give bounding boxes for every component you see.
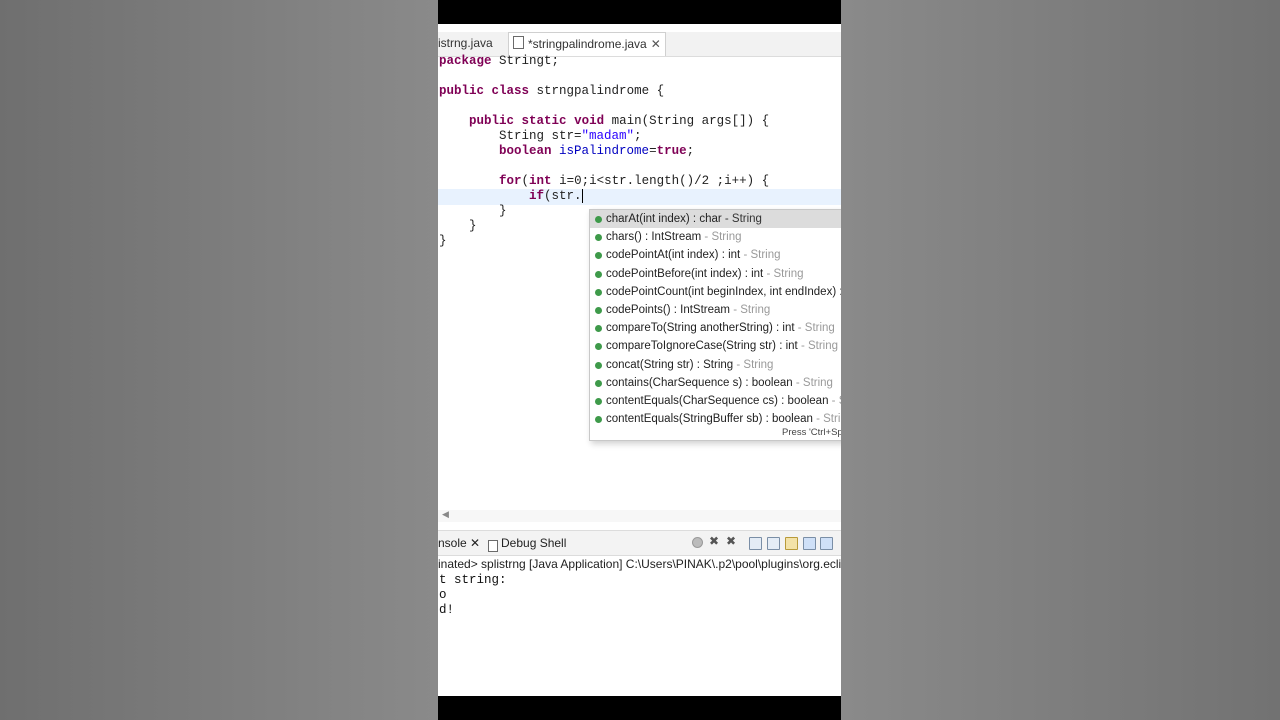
content-assist-popup: charAt(int index) : char - String chars(…	[589, 209, 841, 441]
blurred-background-right	[841, 0, 1280, 720]
remove-launch-icon[interactable]: ✖	[709, 534, 720, 548]
tab-console[interactable]: nsole ✕	[438, 536, 480, 550]
public-method-icon	[595, 343, 602, 351]
completion-item[interactable]: charAt(int index) : char - String	[590, 210, 841, 229]
editor-horizontal-scrollbar[interactable]: ◀	[438, 509, 841, 522]
blurred-background-left	[0, 0, 438, 720]
code-line-if: if(str.	[529, 189, 583, 203]
completion-item[interactable]: compareTo(String anotherString) : int - …	[590, 319, 841, 337]
completion-item[interactable]: concat(String str) : String - String	[590, 356, 841, 374]
console-output-line: o	[439, 588, 447, 602]
eclipse-window: istrng.java *stringpalindrome.java ✕ pack…	[438, 24, 841, 696]
public-method-icon	[595, 416, 602, 424]
public-method-icon	[595, 252, 602, 260]
completion-item[interactable]: contentEquals(CharSequence cs) : boolean…	[590, 392, 841, 410]
word-wrap-icon[interactable]	[785, 537, 798, 550]
pin-console-icon[interactable]	[820, 537, 833, 550]
completion-item[interactable]: codePointBefore(int index) : int - Strin…	[590, 265, 841, 283]
code-line-boolean: boolean isPalindrome=true;	[499, 144, 695, 158]
content-assist-hint: Press 'Ctrl+Spa	[782, 427, 841, 438]
tab-stringpalindrome[interactable]: *stringpalindrome.java ✕	[508, 32, 666, 56]
completion-item[interactable]: chars() : IntStream - String	[590, 228, 841, 246]
completion-item[interactable]: compareToIgnoreCase(String str) : int - …	[590, 337, 841, 355]
completion-item[interactable]: codePointCount(int beginIndex, int endIn…	[590, 283, 841, 301]
scroll-left-icon[interactable]: ◀	[442, 509, 449, 520]
tab-debug-shell[interactable]: Debug Shell	[488, 536, 566, 552]
public-method-icon	[595, 379, 602, 387]
code-line-for: for(int i=0;i<str.length()/2 ;i++) {	[499, 174, 770, 188]
java-file-icon	[513, 36, 524, 49]
terminate-icon[interactable]	[692, 537, 703, 548]
code-line-close-main: }	[469, 219, 477, 233]
debug-shell-icon	[488, 540, 498, 552]
public-method-icon	[595, 234, 602, 242]
public-method-icon	[595, 288, 602, 296]
tab-label: istrng.java	[438, 36, 493, 50]
completion-item[interactable]: codePointAt(int index) : int - String	[590, 246, 841, 264]
console-tab-bar: nsole ✕ Debug Shell ✖ ✖	[438, 531, 841, 556]
console-output-line: d!	[439, 603, 455, 617]
scroll-lock-icon[interactable]	[767, 537, 780, 550]
public-method-icon	[595, 361, 602, 369]
public-method-icon	[595, 397, 602, 405]
tab-splistrng[interactable]: istrng.java	[438, 36, 493, 50]
console-description: inated> splistrng [Java Application] C:\…	[438, 557, 841, 571]
close-icon[interactable]: ✕	[470, 536, 480, 550]
completion-item[interactable]: contentEquals(StringBuffer sb) : boolean…	[590, 410, 841, 428]
completion-item[interactable]: contains(CharSequence s) : boolean - Str…	[590, 374, 841, 392]
code-line-close-class: }	[439, 234, 447, 248]
public-method-icon	[595, 216, 602, 223]
close-icon[interactable]: ✕	[651, 37, 661, 51]
clear-console-icon[interactable]	[749, 537, 762, 550]
show-console-icon[interactable]	[803, 537, 816, 550]
remove-all-icon[interactable]: ✖	[726, 534, 737, 548]
console-output-line: t string:	[439, 573, 507, 587]
tab-label: *stringpalindrome.java	[528, 37, 647, 51]
code-line-package: package Stringt;	[439, 54, 560, 68]
code-line-close-for: }	[499, 204, 507, 218]
code-line-class: public class strngpalindrome {	[439, 84, 665, 98]
video-frame: istrng.java *stringpalindrome.java ✕ pack…	[438, 0, 841, 720]
console-view: nsole ✕ Debug Shell ✖ ✖ inated> splistrn…	[438, 530, 841, 696]
code-line-main: public static void main(String args[]) {	[469, 114, 770, 128]
code-line-str: String str="madam";	[499, 129, 642, 143]
completion-item[interactable]: codePoints() : IntStream - String	[590, 301, 841, 319]
public-method-icon	[595, 325, 602, 333]
public-method-icon	[595, 306, 602, 314]
public-method-icon	[595, 270, 602, 278]
